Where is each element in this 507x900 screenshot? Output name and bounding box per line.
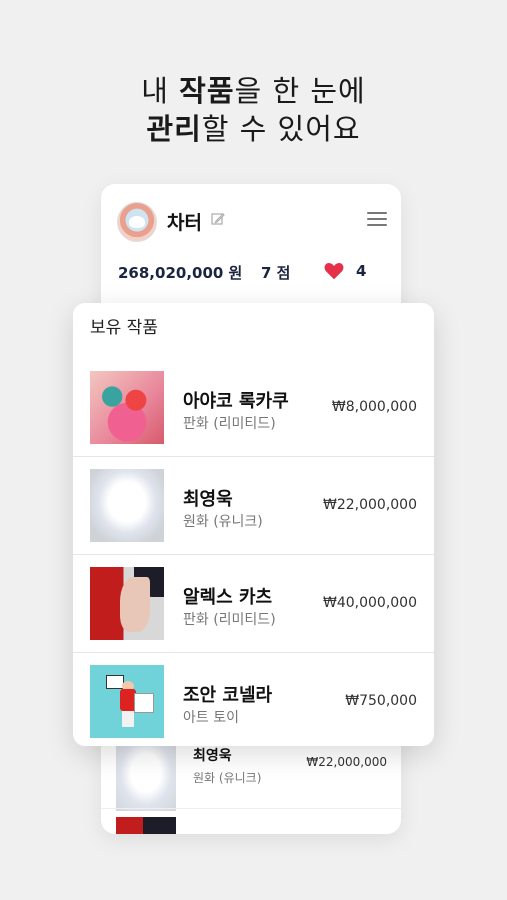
profile-header: 차터 xyxy=(101,184,401,256)
artwork-title: 아야코 록카쿠 xyxy=(183,391,289,412)
artwork-title: 알렉스 카츠 xyxy=(183,587,273,608)
artwork-thumbnail xyxy=(90,371,164,444)
headline-bold: 작품 xyxy=(179,74,235,108)
artwork-thumbnail xyxy=(116,741,176,811)
owned-artworks-card: 보유 작품 아야코 록카쿠 판화 (리미티드) ₩8,000,000 최영욱 원… xyxy=(73,303,434,746)
artwork-thumbnail xyxy=(116,817,176,834)
artwork-row[interactable]: 최영욱 원화 (유니크) ₩22,000,000 xyxy=(73,457,434,555)
artwork-type: 아트 토이 xyxy=(183,710,239,726)
artwork-count: 7 점 xyxy=(261,264,291,282)
artwork-title: 최영욱 xyxy=(183,489,233,510)
heart-icon[interactable] xyxy=(323,260,345,282)
artwork-thumbnail xyxy=(90,665,164,738)
background-list-item[interactable] xyxy=(101,808,401,834)
artwork-type: 판화 (리미티드) xyxy=(183,612,276,628)
total-amount: 268,020,000 원 xyxy=(118,264,243,282)
avatar[interactable] xyxy=(117,202,157,242)
artwork-thumbnail xyxy=(90,567,164,640)
likes-count: 4 xyxy=(356,262,367,280)
artwork-row[interactable]: 알렉스 카츠 판화 (리미티드) ₩40,000,000 xyxy=(73,555,434,653)
headline-text: 을 한 눈에 xyxy=(234,74,366,108)
hamburger-menu-icon[interactable] xyxy=(367,212,387,228)
artwork-type: 원화 (유니크) xyxy=(183,514,263,530)
artwork-price: ₩22,000,000 xyxy=(306,755,387,769)
artwork-price: ₩8,000,000 xyxy=(331,399,417,415)
profile-stats: 268,020,000 원 7 점 4 xyxy=(101,262,401,290)
owned-artworks-title: 보유 작품 xyxy=(90,318,158,338)
artwork-type: 원화 (유니크) xyxy=(193,771,262,785)
artwork-title: 최영욱 xyxy=(193,748,232,764)
artwork-title: 조안 코넬라 xyxy=(183,685,273,706)
artwork-price: ₩750,000 xyxy=(345,693,417,709)
artwork-type: 판화 (리미티드) xyxy=(183,416,276,432)
user-name: 차터 xyxy=(167,212,202,234)
artwork-thumbnail xyxy=(90,469,164,542)
headline-text: 할 수 있어요 xyxy=(201,112,361,146)
artwork-row[interactable]: 조안 코넬라 아트 토이 ₩750,000 xyxy=(73,653,434,746)
artwork-price: ₩40,000,000 xyxy=(322,595,417,611)
headline-bold: 관리 xyxy=(146,112,202,146)
headline: 내 작품을 한 눈에 관리할 수 있어요 xyxy=(0,72,507,148)
artwork-price: ₩22,000,000 xyxy=(322,497,417,513)
artwork-row[interactable]: 아야코 록카쿠 판화 (리미티드) ₩8,000,000 xyxy=(73,359,434,457)
headline-line-1: 내 작품을 한 눈에 xyxy=(0,72,507,110)
edit-icon[interactable] xyxy=(211,212,225,226)
headline-text: 내 xyxy=(141,74,180,108)
headline-line-2: 관리할 수 있어요 xyxy=(0,110,507,148)
